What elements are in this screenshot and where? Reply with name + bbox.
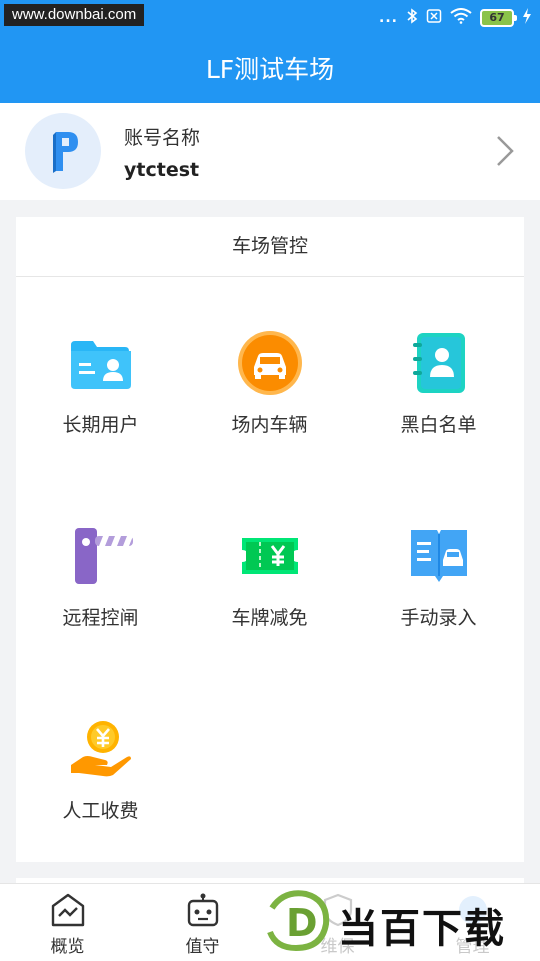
grid-item-manual-entry[interactable]: 手动录入 [354,470,523,663]
car-icon [234,327,306,399]
grid-item-label: 远程控闸 [62,607,139,629]
page-title: LF测试车场 [205,55,335,84]
nav-label: 概览 [50,937,85,957]
grid-item-long-term-users[interactable]: 长期用户 [16,277,185,470]
brand-text: 当百下载 [338,906,506,952]
user-card-icon [65,327,137,399]
account-name: ytctest [124,159,200,181]
charging-icon [522,8,532,28]
brand-watermark: D 当百下载 [262,886,532,956]
payment-icon [65,713,137,785]
nav-item-overview[interactable]: 概览 [0,884,135,961]
parking-p-icon [53,132,78,173]
sim-off-icon [426,8,442,28]
panel-title: 车场管控 [16,217,524,277]
grid-item-remote-gate[interactable]: 远程控闸 [16,470,185,663]
account-row[interactable]: 账号名称 ytctest [0,103,540,200]
app-header: www.downbai.com ... 67 LF测试车场 [0,0,540,103]
chevron-right-icon[interactable] [482,129,522,173]
wifi-icon [450,8,472,28]
parking-control-panel: 车场管控 长期用户 场内车辆 黑白名单 远程控闸 车牌减免 手动录入 人工收费 [16,217,524,862]
status-icons: ... 67 [379,8,532,28]
barrier-gate-icon [65,520,137,592]
grid-item-manual-charge[interactable]: 人工收费 [16,663,185,856]
brand-logo-letter: D [286,901,318,945]
contact-book-icon [403,327,475,399]
manual-entry-icon [403,520,475,592]
overview-icon [50,892,86,928]
nav-label: 值守 [185,937,220,957]
grid-item-label: 黑白名单 [400,414,477,436]
bluetooth-icon [406,8,418,28]
avatar [25,113,101,189]
robot-icon [185,892,221,928]
grid-item-label: 手动录入 [400,607,477,629]
grid-item-label: 车牌减免 [231,607,308,629]
coupon-icon [234,520,306,592]
grid-item-label: 长期用户 [62,414,139,436]
brand-logo-icon: D [267,890,330,952]
watermark-label: www.downbai.com [4,4,145,26]
battery-icon: 67 [480,9,517,27]
account-label: 账号名称 [124,127,201,149]
grid-item-black-white-list[interactable]: 黑白名单 [354,277,523,470]
grid-item-vehicles-in-lot[interactable]: 场内车辆 [185,277,354,470]
grid-item-label: 人工收费 [62,800,139,822]
status-bar: www.downbai.com ... 67 [0,0,540,36]
grid-item-label: 场内车辆 [231,414,308,436]
nav-item-duty[interactable]: 值守 [135,884,270,961]
more-dots: ... [379,10,398,26]
grid-item-plate-discount[interactable]: 车牌减免 [185,470,354,663]
